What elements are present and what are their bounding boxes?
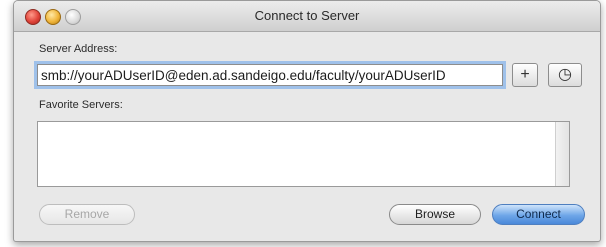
favorite-servers-label: Favorite Servers: — [39, 99, 123, 111]
server-address-input[interactable]: smb://yourADUserID@eden.ad.sandeigo.edu/… — [37, 64, 503, 86]
plus-icon: + — [520, 66, 530, 83]
connect-to-server-window: Connect to Server Server Address: smb://… — [13, 0, 601, 242]
favorites-scrollbar[interactable] — [555, 122, 569, 186]
recent-servers-button[interactable]: ◷ — [548, 63, 582, 87]
browse-button[interactable]: Browse — [389, 204, 481, 225]
window-title: Connect to Server — [254, 8, 360, 23]
add-favorite-button[interactable]: + — [512, 63, 538, 87]
remove-button[interactable]: Remove — [39, 204, 135, 225]
favorite-servers-list[interactable] — [37, 121, 570, 187]
connect-button[interactable]: Connect — [492, 204, 585, 225]
title-bar: Connect to Server — [14, 1, 600, 32]
clock-icon: ◷ — [558, 66, 572, 83]
server-address-label: Server Address: — [39, 43, 118, 55]
